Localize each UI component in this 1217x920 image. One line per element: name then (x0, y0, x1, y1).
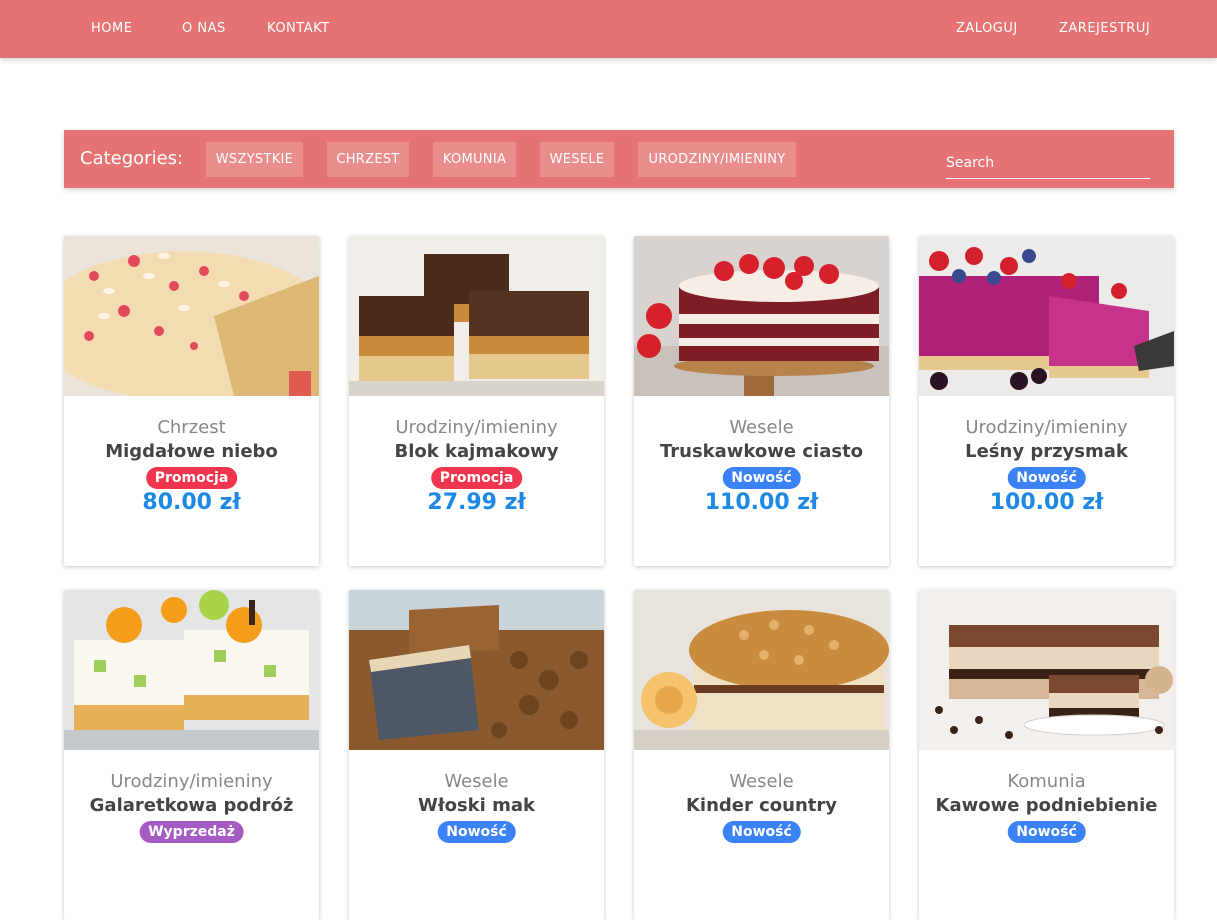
category-chip-chrzest[interactable]: CHRZEST (327, 142, 409, 177)
product-card[interactable]: Urodziny/imieniny Blok kajmakowy Promocj… (349, 236, 604, 566)
category-chip-wszystkie[interactable]: WSZYSTKIE (206, 142, 303, 177)
product-image (64, 236, 319, 396)
product-image (634, 590, 889, 750)
product-image (349, 236, 604, 396)
new-badge: Nowość (1007, 821, 1086, 843)
product-image (919, 236, 1174, 396)
product-category: Wesele (729, 771, 794, 792)
product-card[interactable]: Urodziny/imieniny Leśny przysmak Nowość … (919, 236, 1174, 566)
new-badge: Nowość (437, 821, 516, 843)
new-badge: Nowość (722, 467, 801, 489)
nav-o-nas[interactable]: O NAS (182, 20, 226, 38)
product-category: Urodziny/imieniny (110, 771, 273, 792)
promo-badge: Promocja (430, 467, 523, 489)
product-image (919, 590, 1174, 750)
product-name: Kinder country (685, 795, 838, 816)
product-price: 100.00 zł (989, 490, 1104, 515)
product-category: Urodziny/imieniny (965, 417, 1128, 438)
product-category: Urodziny/imieniny (395, 417, 558, 438)
category-chip-urodziny[interactable]: URODZINY/IMIENINY (638, 142, 796, 177)
product-image (64, 590, 319, 750)
nav-home[interactable]: HOME (91, 20, 132, 38)
product-name: Leśny przysmak (965, 441, 1128, 462)
product-name: Galaretkowa podróż (89, 795, 294, 816)
product-card[interactable]: Komunia Kawowe podniebienie Nowość (919, 590, 1174, 920)
category-chip-komunia[interactable]: KOMUNIA (433, 142, 516, 177)
promo-badge: Promocja (145, 467, 238, 489)
product-image (634, 236, 889, 396)
product-card[interactable]: Chrzest Migdałowe niebo Promocja 80.00 z… (64, 236, 319, 566)
product-card[interactable]: Wesele Truskawkowe ciasto Nowość 110.00 … (634, 236, 889, 566)
product-price: 80.00 zł (142, 490, 241, 515)
categories-bar: Categories: WSZYSTKIE CHRZEST KOMUNIA WE… (64, 130, 1174, 188)
category-chip-wesele[interactable]: WESELE (540, 142, 614, 177)
categories-label: Categories: (80, 148, 184, 169)
product-price: 27.99 zł (427, 490, 526, 515)
product-card[interactable]: Wesele Włoski mak Nowość (349, 590, 604, 920)
product-card[interactable]: Urodziny/imieniny Galaretkowa podróż Wyp… (64, 590, 319, 920)
product-category: Wesele (444, 771, 509, 792)
product-image (349, 590, 604, 750)
product-category: Chrzest (157, 417, 226, 438)
search-input[interactable] (946, 148, 1150, 179)
product-name: Kawowe podniebienie (935, 795, 1158, 816)
product-category: Komunia (1007, 771, 1086, 792)
nav-kontakt[interactable]: KONTAKT (267, 20, 330, 38)
top-navbar: HOME O NAS KONTAKT ZALOGUJ ZAREJESTRUJ (0, 0, 1217, 58)
new-badge: Nowość (722, 821, 801, 843)
product-category: Wesele (729, 417, 794, 438)
product-price: 110.00 zł (704, 490, 819, 515)
product-card[interactable]: Wesele Kinder country Nowość (634, 590, 889, 920)
product-name: Migdałowe niebo (105, 441, 278, 462)
nav-zaloguj[interactable]: ZALOGUJ (956, 20, 1018, 38)
product-name: Włoski mak (418, 795, 535, 816)
sale-badge: Wyprzedaż (139, 821, 244, 843)
product-name: Truskawkowe ciasto (659, 441, 864, 462)
product-name: Blok kajmakowy (394, 441, 559, 462)
new-badge: Nowość (1007, 467, 1086, 489)
nav-zarejestruj[interactable]: ZAREJESTRUJ (1059, 20, 1150, 38)
